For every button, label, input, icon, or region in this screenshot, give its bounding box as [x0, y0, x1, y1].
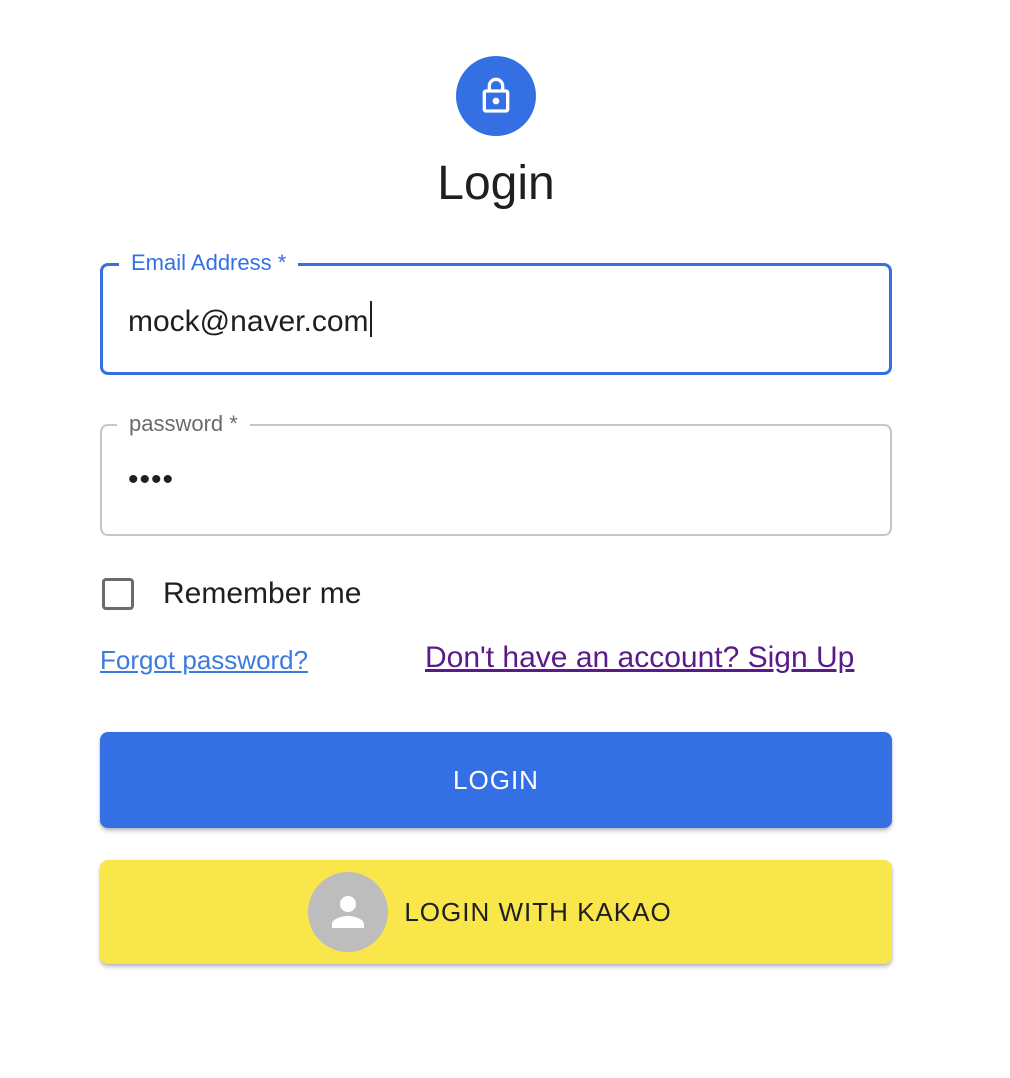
sign-up-link[interactable]: Don't have an account? Sign Up: [425, 641, 854, 675]
remember-me-row[interactable]: Remember me: [100, 574, 361, 614]
email-field[interactable]: Email Address * mock@naver.com: [100, 249, 892, 375]
kakao-login-button[interactable]: LOGIN WITH KAKAO: [100, 860, 892, 964]
kakao-button-label: LOGIN WITH KAKAO: [404, 896, 672, 927]
remember-me-checkbox[interactable]: [102, 578, 134, 610]
page-title: Login: [437, 157, 555, 210]
forgot-password-link[interactable]: Forgot password?: [100, 645, 308, 676]
password-field[interactable]: password * ••••: [100, 410, 892, 536]
login-page: Login Email Address * mock@naver.com pas…: [0, 0, 1010, 1078]
password-field-label: password *: [117, 410, 250, 438]
person-icon: [332, 896, 365, 928]
email-input[interactable]: mock@naver.com: [128, 298, 372, 346]
kakao-avatar: [308, 872, 389, 952]
lock-avatar: [456, 56, 536, 136]
login-button[interactable]: LOGIN: [100, 732, 892, 828]
text-caret: [369, 301, 372, 337]
remember-me-label[interactable]: Remember me: [163, 577, 361, 611]
password-input[interactable]: ••••: [128, 456, 174, 504]
email-field-label: Email Address *: [119, 249, 299, 277]
login-button-label: LOGIN: [453, 764, 539, 795]
lock-icon: [482, 77, 510, 113]
